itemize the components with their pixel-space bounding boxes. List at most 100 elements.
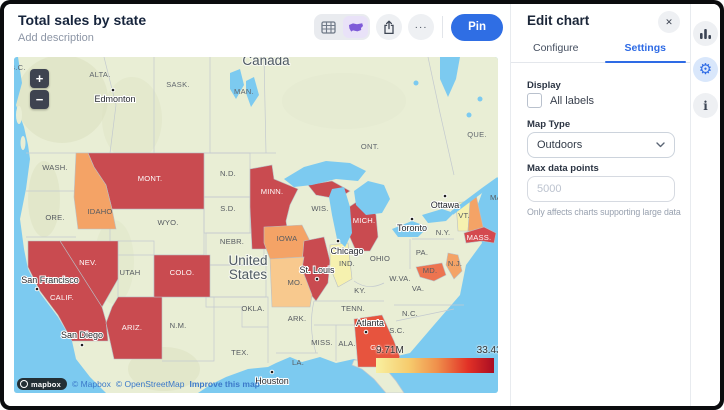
state-label-nev: NEV. [79, 258, 97, 267]
panel-title: Edit chart [527, 13, 589, 28]
osm-attribution-link[interactable]: © OpenStreetMap [116, 379, 185, 389]
state-label-ky: KY. [354, 286, 366, 295]
pin-button[interactable]: Pin [451, 14, 503, 41]
city-label-ottawa: Ottawa [431, 200, 460, 210]
city-dot-stlouis [315, 277, 319, 281]
close-panel-button[interactable]: ✕ [658, 11, 680, 33]
state-label-miss: MISS. [311, 338, 333, 347]
map-view-button[interactable] [343, 16, 368, 38]
gear-icon: ⚙ [699, 62, 712, 77]
state-label-ark: ARK. [288, 314, 307, 323]
share-button[interactable] [376, 14, 402, 40]
view-toggle [314, 14, 370, 40]
tab-settings[interactable]: Settings [601, 42, 691, 62]
coastal-island [21, 136, 26, 150]
country-label-canada: Canada [242, 57, 290, 68]
state-label-maine: MAINE [490, 193, 498, 202]
state-label-nj: N.J. [448, 259, 462, 268]
chart-panel-button[interactable] [693, 21, 718, 46]
tab-configure[interactable]: Configure [511, 42, 601, 62]
add-description-button[interactable]: Add description [18, 32, 94, 44]
table-view-button[interactable] [316, 16, 341, 38]
state-label-tex: TEX. [231, 348, 249, 357]
city-label-stlouis: St. Louis [299, 265, 335, 275]
city-dot-toronto [410, 217, 414, 221]
map-legend: 9.71M 33.43M [376, 345, 498, 373]
city-dot-ottawa [443, 194, 447, 198]
state-label-nebr: NEBR. [220, 237, 244, 246]
state-label-iowa: IOWA [277, 234, 299, 243]
state-label-okla: OKLA. [241, 304, 264, 313]
state-label-pa: PA. [416, 248, 428, 257]
state-label-minn: MINN. [261, 187, 284, 196]
state-label-wis: WIS. [311, 204, 328, 213]
mapbox-logo-icon [20, 380, 28, 388]
mapbox-logo[interactable]: mapbox [17, 378, 67, 390]
city-label-edmonton: Edmonton [94, 94, 135, 104]
legend-max-label: 33.43M [477, 345, 498, 356]
info-panel-button[interactable]: i [693, 93, 718, 118]
chart-card: Total sales by state Add description [4, 4, 510, 406]
chevron-down-icon [656, 142, 665, 148]
usa-map-icon [348, 21, 364, 33]
more-options-button[interactable]: ··· [408, 14, 434, 40]
state-label-ind: IND. [339, 259, 355, 268]
state-label-mont: MONT. [138, 174, 163, 183]
city-dot-sandiego [80, 343, 84, 347]
map-type-label: Map Type [527, 119, 570, 130]
table-icon [321, 21, 336, 34]
ellipsis-icon: ··· [415, 22, 428, 33]
bar-chart-icon [699, 27, 712, 40]
state-label-ala: ALA. [338, 339, 355, 348]
coastal-island [16, 106, 22, 124]
state-label-tenn: TENN. [341, 304, 365, 313]
city-label-chicago: Chicago [330, 246, 363, 256]
province-label-alta: ALTA. [89, 70, 110, 79]
country-label-us-line1: United [228, 253, 267, 268]
share-icon [382, 20, 396, 35]
map-zoom-controls: + − [30, 69, 49, 109]
city-dot-chicago [336, 239, 340, 243]
state-label-mass: MASS. [467, 233, 492, 242]
state-label-ohio: OHIO [370, 254, 390, 263]
settings-panel-button[interactable]: ⚙ [693, 57, 718, 82]
province-label-man: MAN. [234, 87, 254, 96]
page-title: Total sales by state [18, 12, 146, 28]
province-label-sask: SASK. [166, 80, 190, 89]
city-label-toronto: Toronto [397, 223, 427, 233]
quebec-lake [478, 97, 483, 102]
city-label-atlanta: Atlanta [356, 318, 384, 328]
city-label-sandiego: San Diego [61, 330, 103, 340]
state-label-sd: S.D. [220, 204, 236, 213]
city-label-sanfrancisco: San Francisco [21, 275, 79, 285]
state-label-ore: ORE. [45, 213, 64, 222]
state-label-md: MD. [423, 266, 438, 275]
state-label-vt: VT. [458, 211, 470, 220]
state-label-idaho: IDAHO [87, 207, 112, 216]
max-data-points-input[interactable] [527, 176, 675, 202]
state-label-calif: CALIF. [50, 293, 74, 302]
mapbox-attribution-link[interactable]: © Mapbox [72, 379, 111, 389]
state-label-mich: MICH. [353, 216, 376, 225]
all-labels-checkbox[interactable] [527, 93, 542, 108]
edit-chart-panel: Edit chart ✕ Configure Settings Display … [510, 4, 690, 406]
province-label-que: QUE. [467, 130, 487, 139]
state-label-wva: W.VA. [389, 274, 411, 283]
close-icon: ✕ [665, 17, 673, 28]
city-label-houston: Houston [255, 376, 289, 386]
state-label-wash: WASH. [42, 163, 68, 172]
map-type-select[interactable]: Outdoors [527, 132, 675, 158]
state-label-va: VA. [412, 284, 424, 293]
max-data-points-helper: Only affects charts supporting large dat… [527, 207, 681, 217]
improve-map-link[interactable]: Improve this map [189, 379, 259, 389]
zoom-out-button[interactable]: − [30, 90, 49, 109]
city-dot-houston [270, 370, 274, 374]
ontario-lake [414, 81, 419, 86]
state-label-nm: N.M. [170, 321, 187, 330]
app-content: Total sales by state Add description [4, 4, 720, 406]
zoom-in-button[interactable]: + [30, 69, 49, 88]
app-window: Total sales by state Add description [0, 0, 724, 410]
state-label-sc: S.C. [389, 326, 405, 335]
legend-gradient-bar [376, 358, 494, 373]
choropleth-map[interactable]: Canada United States B.C. ALTA. SASK. MA… [14, 57, 498, 393]
